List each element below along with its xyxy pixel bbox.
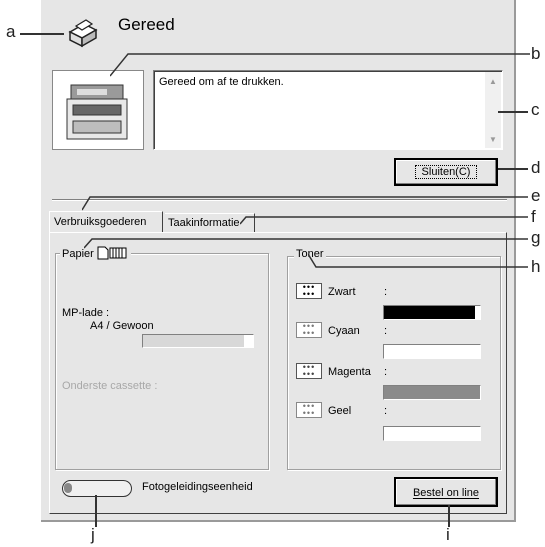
toner-name: Magenta [328,366,371,378]
mp-tray-value: A4 / Gewoon [90,320,154,332]
mp-tray-label: MP-lade : [62,307,110,319]
printer-image [52,70,144,150]
tab-label: Taakinformatie [168,217,240,229]
callout-d: d [531,158,541,177]
toner-cartridge-icon: ••• ••• [296,322,322,338]
tab-verbruiksgoederen[interactable]: Verbruiksgoederen [49,211,163,233]
tab-label: Verbruiksgoederen [54,216,147,228]
photoconductor-label: Fotogeleidingseenheid [142,481,253,493]
toner-colon: : [384,286,388,298]
toner-colon: : [384,325,388,337]
status-message-box: Gereed om af te drukken. ▲ ▼ [153,70,503,150]
scroll-down-icon[interactable]: ▼ [485,135,501,144]
callout-h: h [531,257,541,276]
order-online-button[interactable]: Bestel on line [394,477,498,507]
close-button[interactable]: Sluiten(C) [394,158,498,186]
callout-i: i [446,525,450,544]
toner-cartridge-icon: ••• ••• [296,363,322,379]
toner-cartridge-icon: ••• ••• [296,283,322,299]
callout-c: c [531,100,540,119]
toner-colon: : [384,405,388,417]
message-scrollbar[interactable]: ▲ ▼ [485,72,501,148]
toner-colon: : [384,366,388,378]
toner-name: Zwart [328,286,356,298]
callout-g: g [531,228,541,247]
lower-cassette-label: Onderste cassette : [62,380,158,392]
toner-gauge-yellow [383,426,481,441]
toner-gauge-magenta [383,385,481,400]
paper-group [55,253,269,470]
toner-gauge-black [383,305,481,320]
callout-a: a [6,22,16,41]
toner-gauge-cyan [383,344,481,359]
toner-cartridge-icon: ••• ••• [296,402,322,418]
close-button-label: Sluiten(C) [414,165,478,179]
order-online-label: Bestel on line [412,487,480,499]
callout-j: j [91,525,95,544]
callout-e: e [531,186,541,205]
printer-icon [68,19,98,48]
photoconductor-icon [62,480,132,497]
status-title: Gereed [118,15,175,34]
toner-name: Cyaan [328,325,360,337]
toner-name: Geel [328,405,352,417]
mp-tray-gauge [142,334,254,348]
